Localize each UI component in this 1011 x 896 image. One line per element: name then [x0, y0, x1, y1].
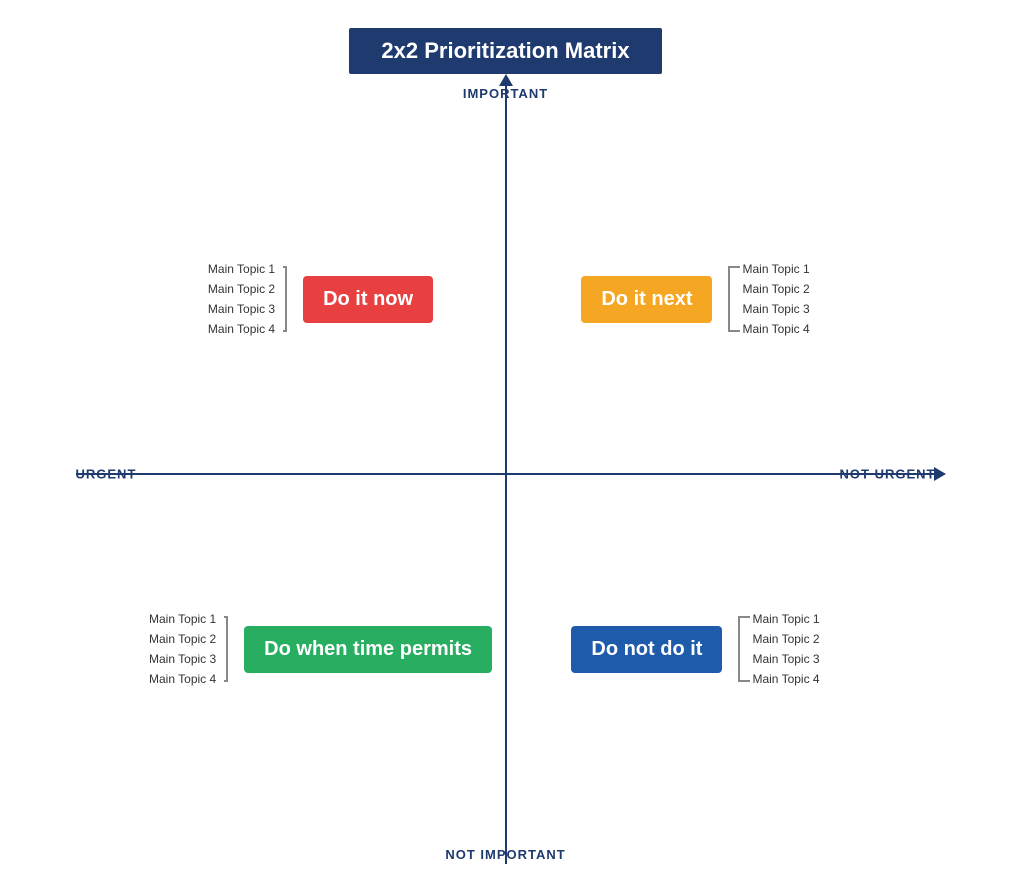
topic-item: Main Topic 3 — [742, 302, 809, 316]
label-not-urgent: NOT URGENT — [840, 467, 936, 482]
quadrant-bottom-right: Do not do it Main Topic 1 Main Topic 2 M… — [516, 494, 876, 804]
action-badge-top-left: Do it now — [303, 276, 433, 323]
quadrant-bottom-right-inner: Do not do it Main Topic 1 Main Topic 2 M… — [571, 612, 819, 686]
topic-item: Main Topic 1 — [208, 262, 275, 276]
topic-item: Main Topic 2 — [149, 632, 216, 646]
topic-item: Main Topic 4 — [752, 672, 819, 686]
quadrant-top-right: Do it next .topics-group-right::before {… — [516, 144, 876, 454]
action-badge-bottom-right: Do not do it — [571, 626, 722, 673]
label-important: IMPORTANT — [463, 86, 548, 101]
action-badge-top-right: Do it next — [581, 276, 712, 323]
topic-item: Main Topic 2 — [752, 632, 819, 646]
topic-item: Main Topic 3 — [149, 652, 216, 666]
quadrant-top-left-inner: Main Topic 1 Main Topic 2 Main Topic 3 M… — [208, 262, 433, 336]
quadrant-top-left: Main Topic 1 Main Topic 2 Main Topic 3 M… — [136, 144, 506, 454]
topic-item: Main Topic 1 — [742, 262, 809, 276]
topic-item: Main Topic 4 — [208, 322, 275, 336]
page-title: 2x2 Prioritization Matrix — [349, 28, 661, 74]
action-badge-bottom-left: Do when time permits — [244, 626, 492, 673]
matrix-container: IMPORTANT NOT IMPORTANT URGENT NOT URGEN… — [76, 84, 936, 864]
topics-group-top-right: .topics-group-right::before { content: '… — [728, 262, 809, 336]
quadrant-bottom-left-inner: Main Topic 1 Main Topic 2 Main Topic 3 M… — [149, 612, 492, 686]
topic-item: Main Topic 2 — [208, 282, 275, 296]
topics-group-bottom-right: Main Topic 1 Main Topic 2 Main Topic 3 M… — [738, 612, 819, 686]
topic-item: Main Topic 3 — [752, 652, 819, 666]
label-not-important: NOT IMPORTANT — [445, 847, 565, 862]
quadrant-bottom-left: Main Topic 1 Main Topic 2 Main Topic 3 M… — [136, 494, 506, 804]
topic-item: Main Topic 1 — [149, 612, 216, 626]
topics-group-bottom-left: Main Topic 1 Main Topic 2 Main Topic 3 M… — [149, 612, 228, 686]
topic-item: Main Topic 4 — [149, 672, 216, 686]
vertical-axis-arrow — [499, 74, 513, 86]
topic-item: Main Topic 4 — [742, 322, 809, 336]
topic-item: Main Topic 2 — [742, 282, 809, 296]
topic-item: Main Topic 1 — [752, 612, 819, 626]
quadrant-top-right-inner: Do it next .topics-group-right::before {… — [581, 262, 809, 336]
label-urgent: URGENT — [76, 467, 137, 482]
topics-group-top-left: Main Topic 1 Main Topic 2 Main Topic 3 M… — [208, 262, 287, 336]
topic-item: Main Topic 3 — [208, 302, 275, 316]
